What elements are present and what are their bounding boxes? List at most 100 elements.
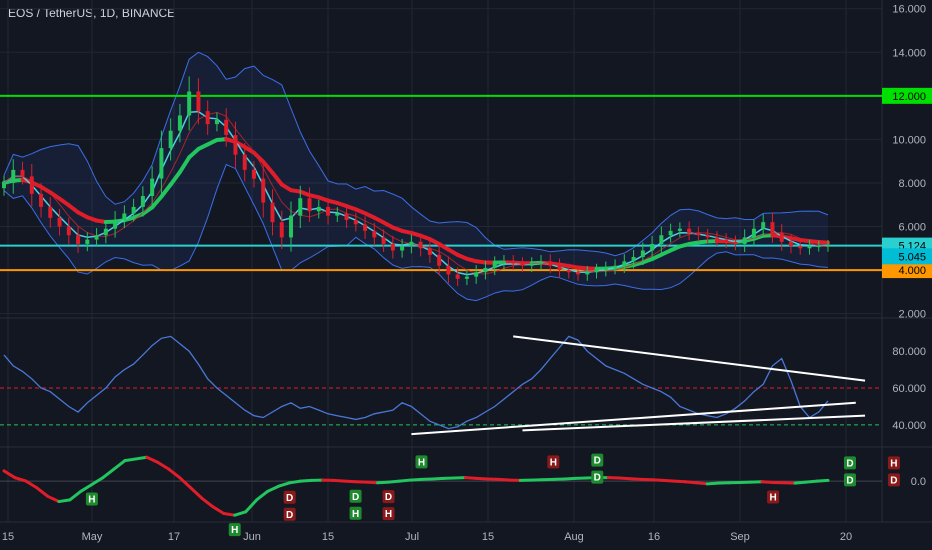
x-tick-label: 15 [322,531,334,543]
oscillator-line [244,498,259,514]
y-tick-label: 2.000 [898,309,926,321]
signal-marker-label: D [286,510,293,521]
candle-body [603,267,608,271]
y-tick-label: 10.000 [892,134,926,146]
oscillator-line [562,476,577,481]
candle-body [779,233,784,242]
rsi-trendline [513,335,866,382]
candle-body [742,237,747,244]
oscillator-line [189,486,204,500]
trading-chart[interactable]: 15 May 17 Jun 15 Jul 15 Aug 16 Sep 20 2.000 4.000 6.0… [0,0,932,550]
candle-body [816,246,821,248]
candle-body [251,169,256,179]
oscillator-line [650,478,665,482]
x-tick-label: May [82,531,103,543]
candle-body [94,235,99,240]
candle-body [29,176,34,194]
signal-marker-label: H [418,457,425,468]
candle-body [400,246,405,251]
candle-body [474,272,479,277]
oscillator-line [365,480,380,485]
candle-body [363,224,368,231]
price-badge-label: 5.045 [898,251,926,263]
candle-body [696,233,701,236]
x-tick-label: 20 [840,531,852,543]
candle-body [298,198,303,216]
oscillator-line [409,477,423,482]
candle-body [122,213,127,220]
candle-body [446,265,451,275]
candle-body [20,169,25,177]
candle-body [326,206,331,216]
oscillator-line [35,486,50,498]
candle-body [390,243,395,251]
oscillator-line [233,510,248,517]
candle-body [85,239,90,244]
oscillator-line [79,483,94,493]
candle-body [705,235,710,238]
candle-body [335,213,340,216]
candle-body [668,230,673,236]
oscillator-line [46,494,61,504]
candle-body [270,202,275,223]
candle-body [677,228,682,231]
oscillator-line [474,476,489,481]
y-tick-label: 8.000 [898,178,926,190]
oscillator-line [288,479,303,485]
candle-body [289,215,294,238]
candle-body [48,206,53,218]
oscillator-line [804,479,819,484]
candle-body [242,154,247,170]
y-tick-label: 14.000 [892,47,926,59]
x-tick-label: Jun [243,531,261,543]
signal-marker-label: H [88,495,95,506]
candle-body [548,261,553,266]
oscillator-line [387,479,402,484]
candle-body [409,241,414,247]
oscillator-line [277,481,292,488]
candle-body [511,261,516,264]
rsi-tick-label: 40.000 [892,420,926,432]
oscillator-line [672,479,687,484]
candle-body [353,219,358,225]
signal-marker-label: D [385,492,392,503]
oscillator-line [222,511,237,517]
candle-body [733,241,738,244]
candle-body [501,261,506,264]
candle-body [307,198,312,212]
signal-marker-label: D [594,473,601,484]
oscillator-line [24,479,39,490]
signal-marker-label: H [231,525,238,536]
candle-body [168,130,173,149]
signal-marker-label: D [352,492,359,503]
candle-body [224,119,229,136]
oscillator-line [628,477,643,481]
oscillator-line [496,477,511,482]
oscillator-line [463,476,478,480]
rsi-tick-label: 80.000 [892,346,926,358]
signal-marker-label: H [769,492,776,503]
candle-body [39,193,44,207]
oscillator-line [112,459,127,471]
oscillator-line [2,469,17,480]
oscillator-line [332,478,347,483]
candle-body [650,243,655,251]
oscillator-line [793,480,808,485]
oscillator-line [178,476,193,490]
oscillator-tick-label: 0.0 [911,476,926,488]
candle-body [233,135,238,155]
oscillator-line [123,457,138,463]
oscillator-line [815,478,830,483]
candle-body [214,119,219,125]
candle-body [807,246,812,249]
candle-body [279,222,284,238]
candle-body [316,206,321,212]
oscillator-line [200,496,215,509]
candle-body [177,115,182,131]
candle-body [585,272,590,275]
signal-marker-label: H [352,509,359,520]
oscillator-line [661,478,676,483]
candle-body [131,206,136,214]
candle-body [261,178,266,203]
candle-body [826,245,830,247]
